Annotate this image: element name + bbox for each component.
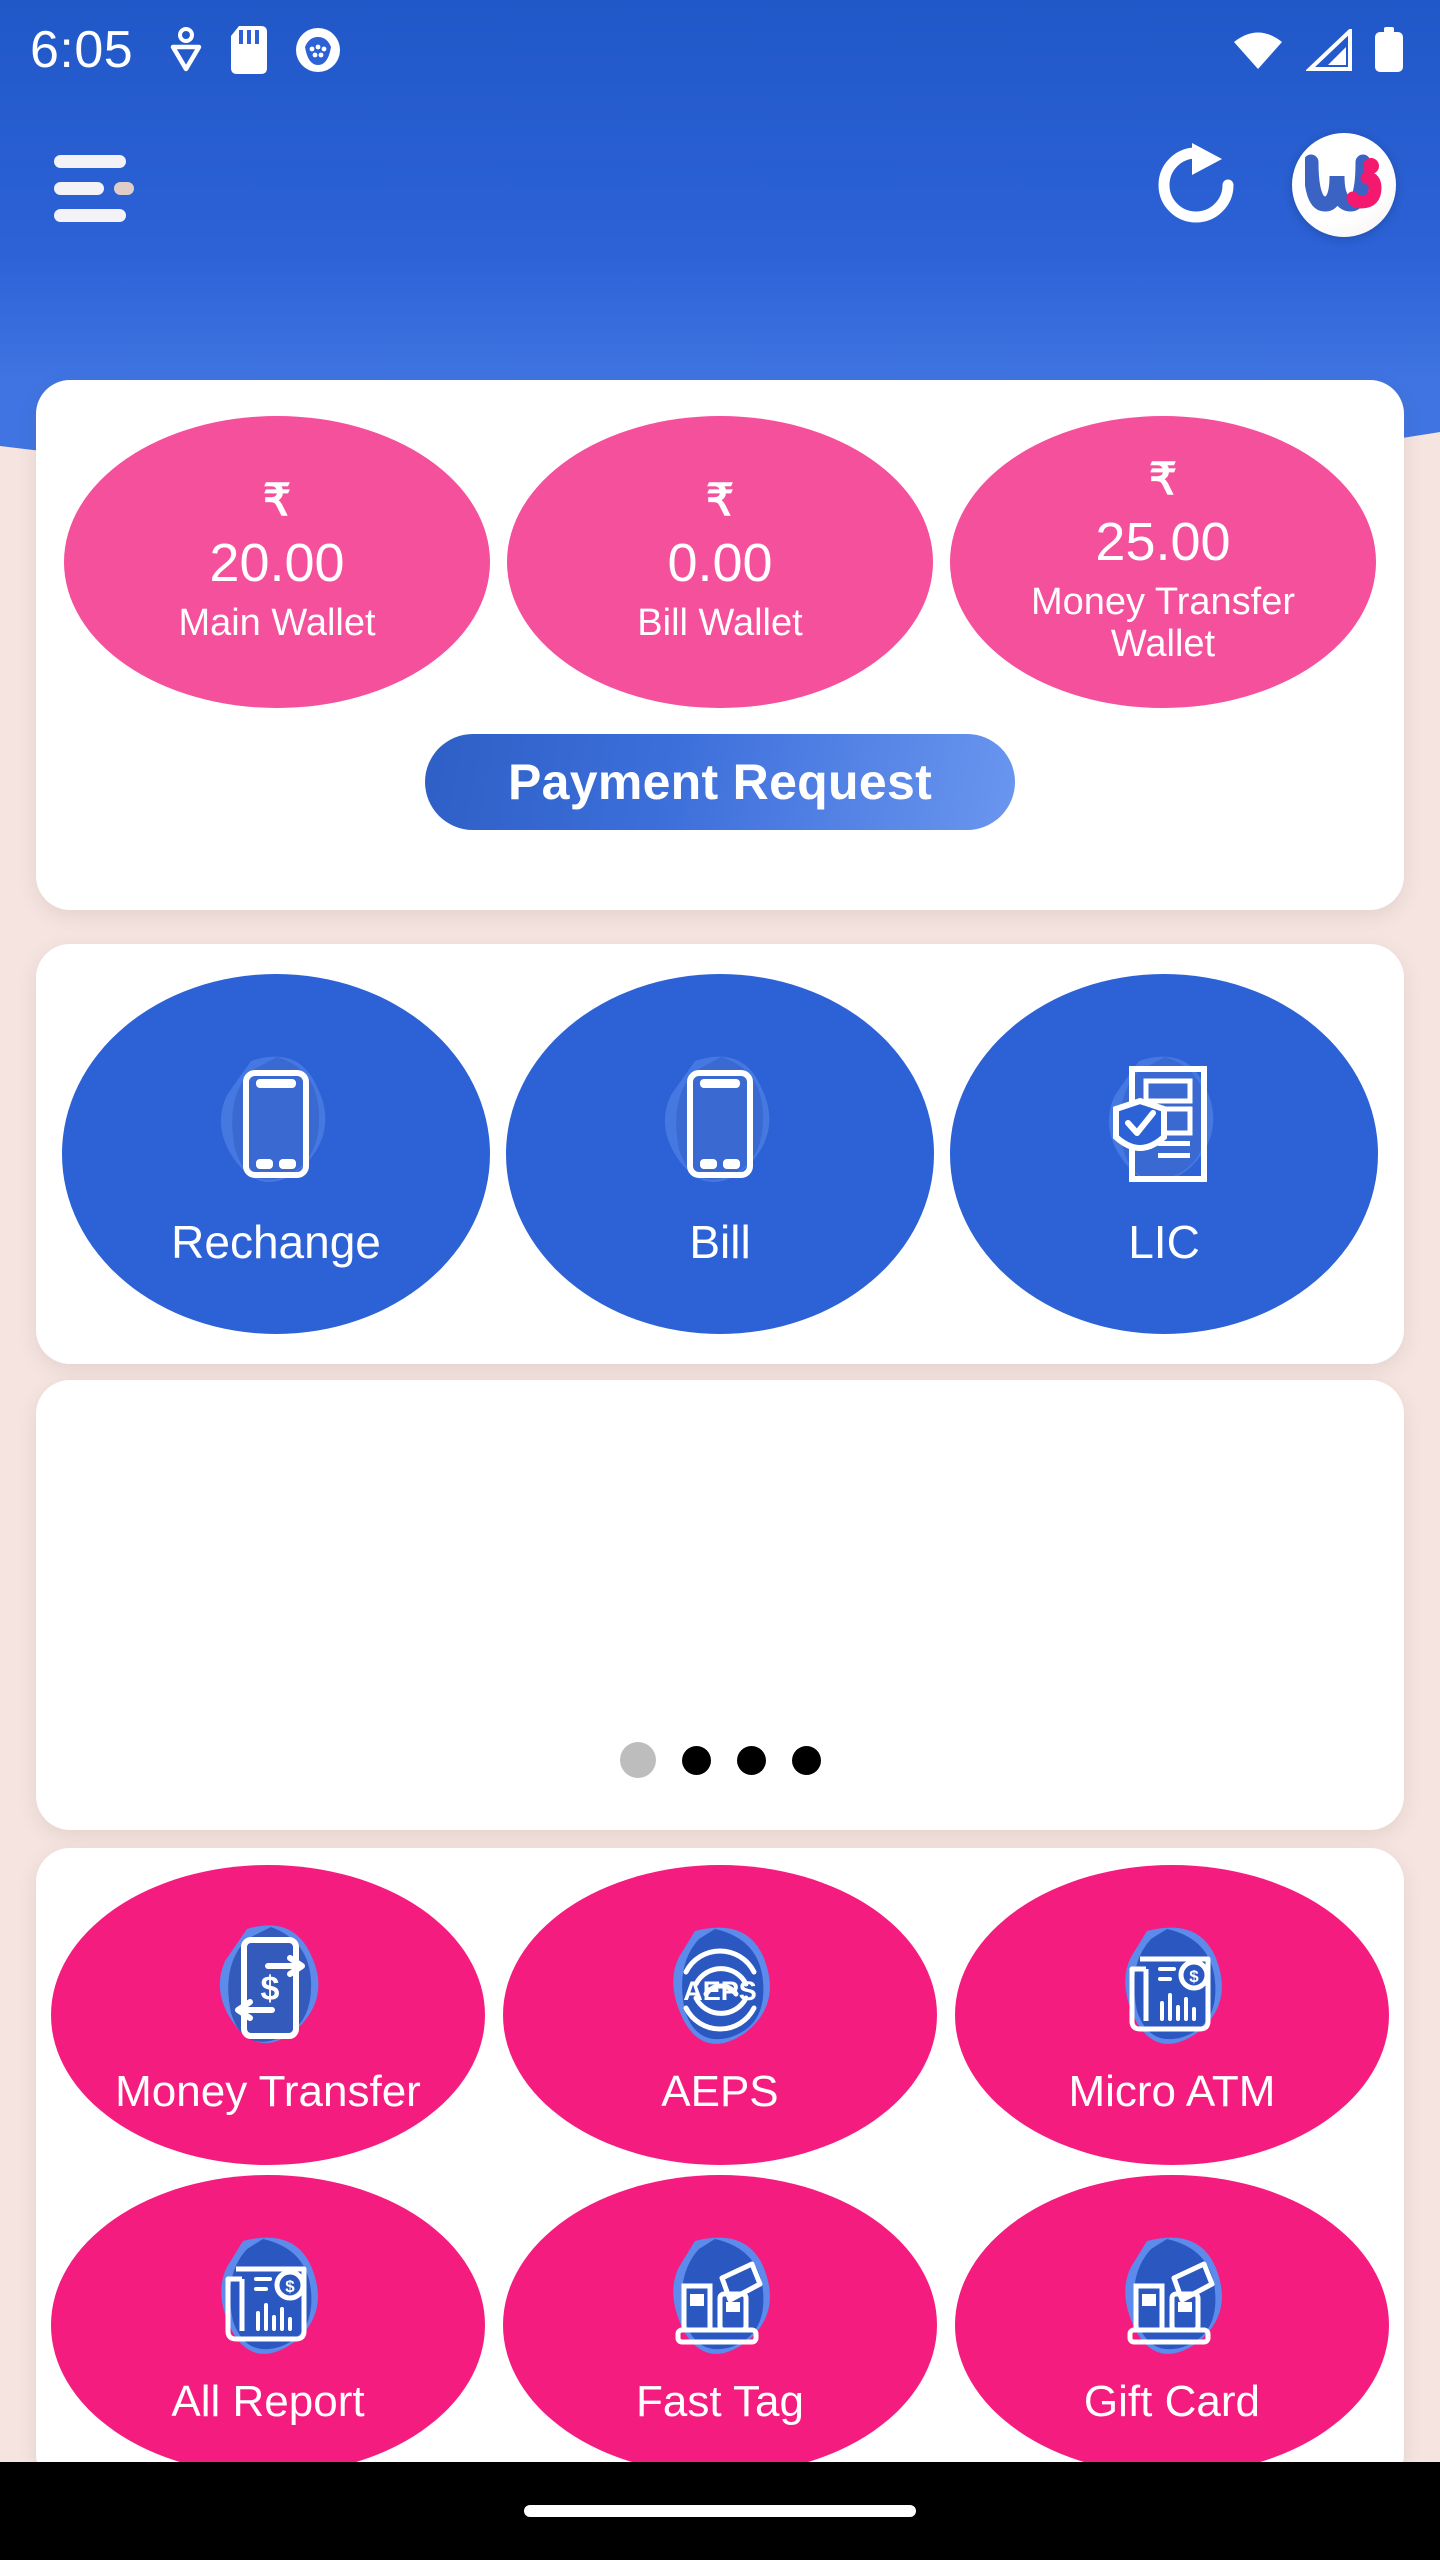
wallet-money-transfer[interactable]: ₹ 25.00 Money Transfer Wallet xyxy=(950,416,1376,708)
grid-cell: Fast Tag xyxy=(494,2170,946,2480)
smartphone-icon xyxy=(635,1039,805,1209)
wifi-icon xyxy=(1234,32,1282,69)
services-grid-card: $ Money Transfer AEPS AEPS $ Micro ATM $… xyxy=(36,1848,1404,2488)
grid-cell: $ All Report xyxy=(42,2170,494,2480)
app-bar-actions xyxy=(1152,133,1396,237)
card-swipe-terminal-icon xyxy=(645,2223,795,2373)
card-swipe-terminal-icon xyxy=(1097,2223,1247,2373)
promo-banner-carousel[interactable] xyxy=(36,1380,1404,1830)
hamburger-bar-middle xyxy=(54,182,104,195)
wallet-amount: 25.00 xyxy=(1095,512,1231,573)
svg-text:AEPS: AEPS xyxy=(683,1976,757,2006)
hamburger-dot xyxy=(114,182,134,195)
grid-item-label: Gift Card xyxy=(1083,2377,1260,2426)
app-bar xyxy=(0,110,1440,260)
status-left-icons xyxy=(169,26,341,74)
grid-item-aeps[interactable]: AEPS AEPS xyxy=(502,1865,937,2165)
wallet-row: ₹ 20.00 Main Wallet ₹ 0.00 Bill Wallet ₹… xyxy=(36,380,1404,708)
location-heart-icon xyxy=(170,27,202,72)
payment-request-button[interactable]: Payment Request xyxy=(425,734,1015,830)
grid-item-fast-tag[interactable]: Fast Tag xyxy=(502,2175,937,2475)
wallet-summary-card: ₹ 20.00 Main Wallet ₹ 0.00 Bill Wallet ₹… xyxy=(36,380,1404,910)
quick-services-row: Rechange Bill LIC xyxy=(36,944,1404,1364)
carousel-dot[interactable] xyxy=(681,1745,711,1775)
wallet-amount: 20.00 xyxy=(209,533,345,594)
grid-item-all-report[interactable]: $ All Report xyxy=(50,2175,485,2475)
quick-services-card: Rechange Bill LIC xyxy=(36,944,1404,1364)
rupee-icon: ₹ xyxy=(706,476,734,526)
carousel-dot-active[interactable] xyxy=(619,1742,656,1778)
refresh-icon[interactable] xyxy=(1152,141,1240,229)
grid-cell: AEPS AEPS xyxy=(494,1860,946,2170)
grid-item-gift-card[interactable]: Gift Card xyxy=(954,2175,1389,2475)
grid-item-micro-atm[interactable]: $ Micro ATM xyxy=(954,1865,1389,2165)
grid-cell: $ Micro ATM xyxy=(946,1860,1398,2170)
app-notification-icon xyxy=(296,28,341,72)
report-money-icon: $ xyxy=(193,2223,343,2373)
report-money-icon: $ xyxy=(1097,1913,1247,2063)
carousel-dot[interactable] xyxy=(736,1745,766,1775)
carousel-dot[interactable] xyxy=(791,1745,821,1775)
service-label: Bill xyxy=(689,1216,751,1268)
rupee-icon: ₹ xyxy=(1149,455,1177,505)
grid-item-label: All Report xyxy=(171,2377,365,2426)
hamburger-menu-icon[interactable] xyxy=(54,149,138,222)
system-navigation-bar xyxy=(0,2462,1440,2560)
smartphone-icon xyxy=(191,1039,361,1209)
hamburger-bar-bottom xyxy=(54,209,126,222)
grid-item-money-transfer[interactable]: $ Money Transfer xyxy=(50,1865,485,2165)
svg-text:$: $ xyxy=(285,2277,295,2296)
wallet-bill[interactable]: ₹ 0.00 Bill Wallet xyxy=(507,416,933,708)
cellular-signal-icon xyxy=(1306,29,1352,71)
service-lic[interactable]: LIC xyxy=(950,974,1378,1334)
wallet-label: Main Wallet xyxy=(178,602,376,645)
battery-full-icon xyxy=(1375,27,1403,72)
wallet-label: Money Transfer Wallet xyxy=(1031,580,1295,666)
grid-item-label: Micro ATM xyxy=(1068,2067,1276,2116)
grid-cell: $ Money Transfer xyxy=(42,1860,494,2170)
payment-request-row: Payment Request xyxy=(36,734,1404,830)
svg-text:$: $ xyxy=(1189,1967,1199,1986)
status-right-icons xyxy=(1232,27,1404,73)
wi-brand-logo[interactable] xyxy=(1292,133,1396,237)
svg-text:$: $ xyxy=(261,1970,280,2008)
rupee-icon: ₹ xyxy=(263,476,291,526)
carousel-dots xyxy=(36,1742,1404,1778)
wallet-label: Bill Wallet xyxy=(637,602,803,645)
status-time: 6:05 xyxy=(30,21,134,79)
document-shield-icon xyxy=(1079,1039,1249,1209)
grid-item-label: AEPS xyxy=(661,2067,779,2116)
hamburger-bar-top xyxy=(54,155,126,168)
home-indicator[interactable] xyxy=(524,2505,916,2517)
service-label: Rechange xyxy=(171,1216,381,1268)
wallet-main[interactable]: ₹ 20.00 Main Wallet xyxy=(64,416,490,708)
sd-card-icon xyxy=(231,26,268,74)
service-bill[interactable]: Bill xyxy=(506,974,934,1334)
service-label: LIC xyxy=(1128,1216,1200,1268)
fingerprint-aeps-icon: AEPS xyxy=(645,1913,795,2063)
grid-item-label: Money Transfer xyxy=(115,2067,421,2116)
wallet-amount: 0.00 xyxy=(667,533,773,594)
service-rechange[interactable]: Rechange xyxy=(62,974,490,1334)
grid-cell: Gift Card xyxy=(946,2170,1398,2480)
services-grid: $ Money Transfer AEPS AEPS $ Micro ATM $… xyxy=(36,1848,1404,2480)
phone-money-transfer-icon: $ xyxy=(193,1913,343,2063)
grid-item-label: Fast Tag xyxy=(635,2377,804,2426)
status-bar: 6:05 xyxy=(0,0,1440,100)
